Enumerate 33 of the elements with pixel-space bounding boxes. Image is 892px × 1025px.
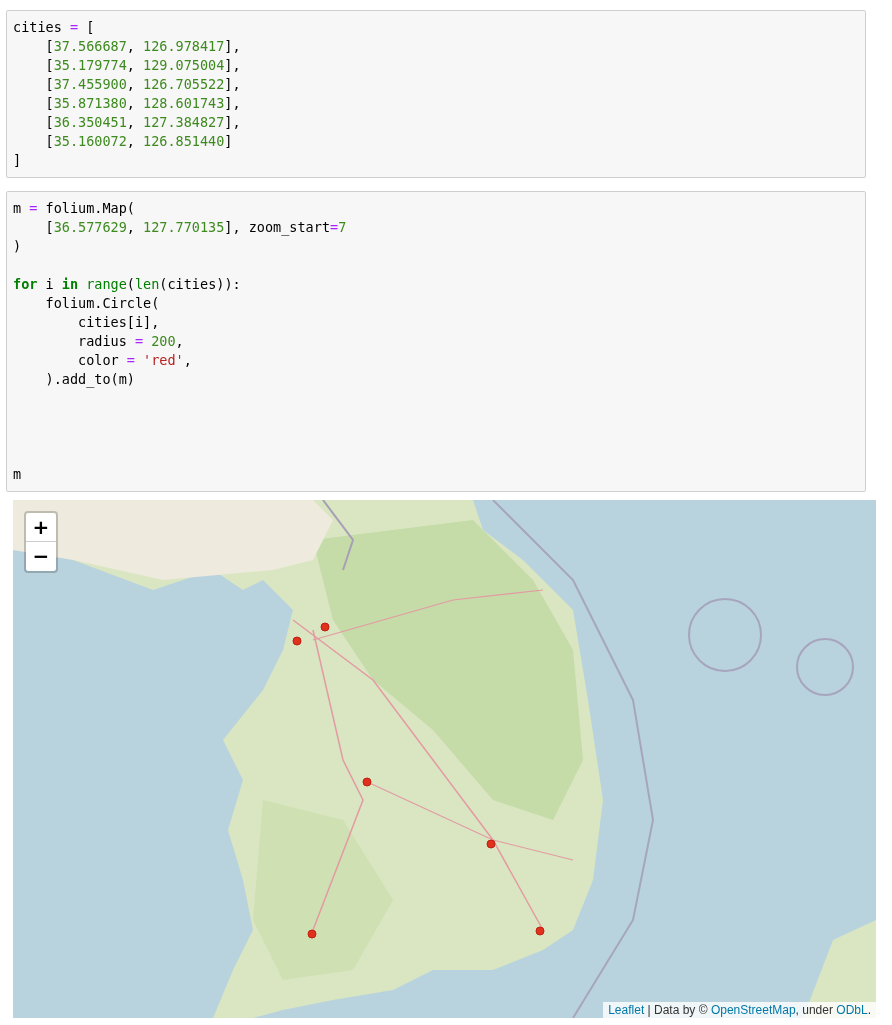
zoom-in-button[interactable]: + [26, 513, 56, 542]
circle-marker [535, 926, 545, 936]
code-line: [37.566687, 126.978417], [44, 37, 241, 56]
code-line: [36.577629, 127.770135], zoom_start=7 [44, 218, 347, 237]
code-line: [35.160072, 126.851440] [44, 132, 233, 151]
code-cell[interactable]: m = folium.Map( [36.577629, 127.770135], zoom_start=7 ) for i in range(len(cities)): folium.Circle( cities[i], radius = 200, color = 'red', ).add_to(m) m [6, 191, 866, 492]
code-line: radius = 200, [77, 332, 184, 351]
circle-marker [320, 622, 330, 632]
attribution-link[interactable]: ODbL [836, 1003, 868, 1017]
circle-marker [292, 636, 302, 646]
code-line: [35.871380, 128.601743], [44, 94, 241, 113]
code-line: cities = [ [13, 18, 95, 37]
attribution-link[interactable]: Leaflet [608, 1003, 645, 1017]
code-cell[interactable]: cities = [ [37.566687, 126.978417], [35.179774, 129.075004], [37.455900, 126.705522], [35.871380, 128.601743], [36.350451, 127.384827], [35.160072, 126.851440] ] [6, 10, 866, 178]
code-line: [37.455900, 126.705522], [44, 75, 241, 94]
attribution-text: Leaflet | Data by © OpenStreetMap, under ODbL. [603, 1002, 876, 1018]
code-line: ) [13, 237, 22, 256]
map[interactable]: + − Leaflet | Data by © OpenStreetMap, under ODbL. [13, 500, 876, 1018]
code-line: m [13, 465, 22, 484]
code-line: m = folium.Map( [13, 199, 135, 218]
circle-marker [362, 777, 372, 787]
code-line: color = 'red', [77, 351, 192, 370]
code-line: [36.350451, 127.384827], [44, 113, 241, 132]
code-line: [35.179774, 129.075004], [44, 56, 241, 75]
code-line: ).add_to(m) [44, 370, 135, 389]
circle-marker [486, 839, 496, 849]
attribution-link[interactable]: OpenStreetMap [710, 1003, 796, 1017]
code-line: cities[i], [77, 313, 160, 332]
code-line: for i in range(len(cities)): [13, 275, 241, 294]
circle-marker [307, 929, 317, 939]
code-line: ] [13, 151, 22, 170]
code-line: folium.Circle( [44, 294, 160, 313]
zoom-out-button[interactable]: − [26, 542, 56, 571]
